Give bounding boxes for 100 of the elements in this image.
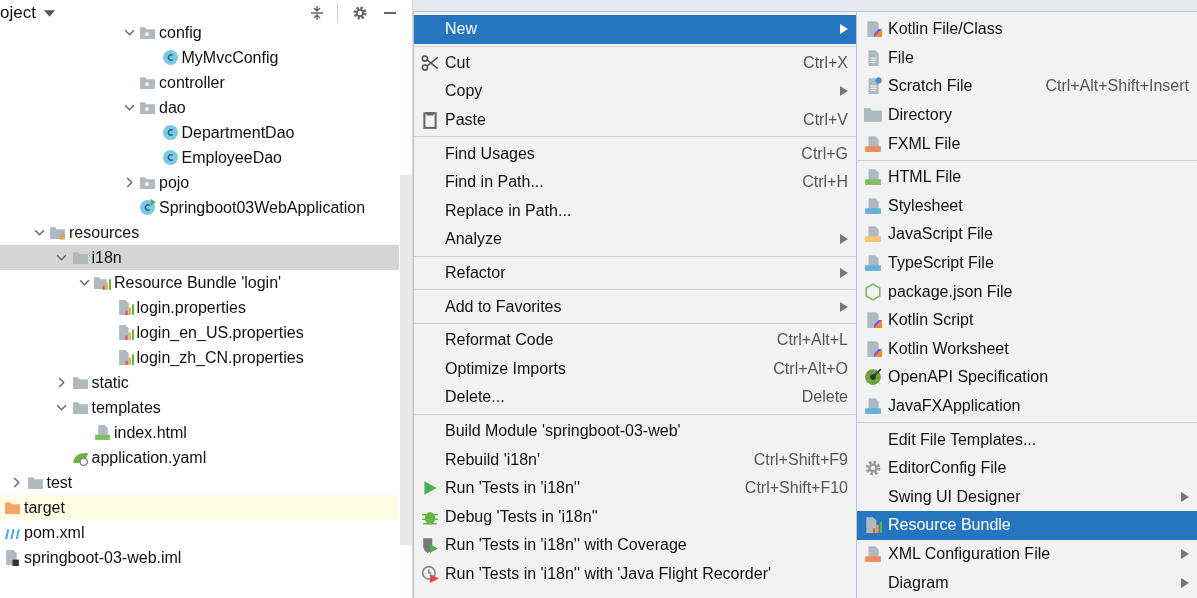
folder-icon — [26, 474, 44, 491]
tree-row[interactable]: i18n — [0, 245, 399, 270]
panel-title[interactable]: oject — [0, 3, 36, 23]
properties-file-icon — [116, 299, 134, 316]
chevron-right-icon[interactable] — [11, 476, 22, 488]
shortcut-label: Ctrl+Shift+F10 — [744, 479, 848, 498]
tree-row[interactable]: resources — [0, 220, 399, 245]
menu-item[interactable]: Edit File Templates... — [857, 425, 1197, 454]
tree-row[interactable]: EmployeeDao — [0, 145, 399, 170]
menu-label: JavaScript File — [888, 225, 993, 244]
menu-item[interactable]: Diagram — [857, 568, 1197, 597]
menu-item[interactable]: Kotlin Worksheet — [857, 334, 1197, 364]
tree-row[interactable]: static — [0, 370, 399, 395]
menu-item[interactable]: Debug 'Tests in 'i18n'' — [414, 502, 856, 532]
menu-item[interactable]: File — [857, 43, 1197, 73]
menu-item[interactable]: JavaScript File — [857, 220, 1197, 249]
menu-item[interactable]: Resource Bundle — [857, 511, 1197, 540]
menu-item[interactable]: Replace in Path... — [414, 196, 856, 226]
menu-item[interactable]: Swing UI Designer — [857, 482, 1197, 512]
menu-label: Rebuild 'i18n' — [445, 450, 541, 469]
chevron-right-icon[interactable] — [56, 376, 67, 388]
menu-item[interactable]: Optimize Imports Ctrl+Alt+O — [414, 354, 856, 384]
menu-item[interactable]: Build Module 'springboot-03-web' — [414, 416, 856, 446]
menu-item[interactable]: Delete... Delete — [414, 383, 856, 412]
menu-label: package.json File — [888, 282, 1013, 301]
tree-row[interactable]: login_zh_CN.properties — [0, 345, 399, 370]
menu-item[interactable]: EditorConfig File — [857, 453, 1197, 483]
menu-item[interactable]: Paste Ctrl+V — [414, 105, 856, 135]
menu-item[interactable]: Rebuild 'i18n' Ctrl+Shift+F9 — [414, 445, 856, 474]
menu-item[interactable]: Run 'Tests in 'i18n'' with Coverage — [414, 531, 856, 560]
tree-row[interactable]: target — [0, 495, 399, 520]
menu-label: Stylesheet — [888, 196, 963, 215]
tree-label: controller — [159, 72, 225, 93]
tree-row[interactable]: login_en_US.properties — [0, 320, 399, 345]
menu-label: Find Usages — [445, 144, 535, 163]
scrollbar-thumb[interactable] — [400, 175, 412, 545]
menu-item[interactable]: FXML File — [857, 129, 1197, 158]
tree-row[interactable]: config — [0, 20, 399, 45]
clipboard-icon — [420, 111, 439, 130]
tree-label: login.properties — [136, 297, 246, 318]
markup-file-icon — [863, 545, 882, 563]
shortcut-label: Ctrl+Alt+L — [776, 331, 848, 350]
tree-row[interactable]: templates — [0, 395, 399, 420]
tree-row[interactable]: test — [0, 470, 399, 495]
menu-item[interactable]: Add to Favorites — [414, 292, 856, 321]
menu-item[interactable]: Find in Path... Ctrl+H — [414, 167, 856, 197]
tree-row[interactable]: index.html — [0, 420, 399, 445]
tree-row[interactable]: MyMvcConfig — [0, 45, 399, 70]
tree-row[interactable]: pojo — [0, 170, 399, 195]
tree-row[interactable]: controller — [0, 70, 399, 95]
tree-label: Resource Bundle 'login' — [114, 272, 282, 293]
menu-item[interactable]: XML Configuration File — [857, 539, 1197, 569]
tree-label: Springboot03WebApplication — [159, 197, 366, 218]
menu-item[interactable]: Stylesheet — [857, 191, 1197, 221]
menu-item[interactable]: Find Usages Ctrl+G — [414, 139, 856, 168]
menu-label: Replace in Path... — [445, 201, 572, 220]
menu-item[interactable]: HTML File — [857, 162, 1197, 192]
bundle-icon — [94, 274, 111, 291]
shortcut-label: Ctrl+Alt+Shift+Insert — [1045, 77, 1189, 96]
menu-label: Debug 'Tests in 'i18n'' — [445, 507, 598, 526]
menu-label: Run 'Tests in 'i18n'' with 'Java Flight Recorder' — [445, 565, 772, 583]
menu-item[interactable]: JavaFXApplication — [857, 391, 1197, 421]
menu-item[interactable]: Scratch File Ctrl+Alt+Shift+Insert — [857, 72, 1197, 101]
menu-label: Kotlin File/Class — [888, 20, 1003, 39]
bundle-icon — [863, 516, 882, 535]
ts-file-icon — [863, 254, 882, 273]
scissors-icon — [420, 53, 439, 72]
menu-item[interactable]: Run 'Tests in 'i18n'' with 'Java Flight Recorder' — [414, 559, 856, 589]
menu-item[interactable]: Cut Ctrl+X — [414, 48, 856, 78]
tree-row[interactable]: dao — [0, 95, 399, 120]
tree-row[interactable]: Resource Bundle 'login' — [0, 270, 399, 295]
menu-item[interactable]: Analyze — [414, 225, 856, 254]
menu-item[interactable]: package.json File — [857, 277, 1197, 306]
tree-label: pojo — [159, 172, 190, 193]
caret-icon[interactable] — [43, 9, 55, 17]
menu-item[interactable]: TypeScript File — [857, 248, 1197, 278]
menu-label: Delete... — [445, 388, 505, 407]
menu-item[interactable]: Refactor — [414, 258, 856, 288]
collapse-all-icon[interactable] — [309, 5, 325, 21]
menu-item[interactable]: Run 'Tests in 'i18n'' Ctrl+Shift+F10 — [414, 473, 856, 503]
menu-item[interactable]: Kotlin Script — [857, 305, 1197, 335]
menu-item[interactable]: Kotlin File/Class — [857, 15, 1197, 44]
package-folder-icon — [139, 99, 156, 116]
menu-item[interactable]: Reformat Code Ctrl+Alt+L — [414, 325, 856, 355]
menu-item[interactable]: New — [414, 15, 856, 44]
tree-row[interactable]: Springboot03WebApplication — [0, 195, 399, 220]
menu-item[interactable]: OpenAPI Specification — [857, 363, 1197, 392]
menu-label: Diagram — [888, 573, 949, 592]
menu-item[interactable]: Directory — [857, 100, 1197, 130]
tree-row[interactable]: DepartmentDao — [0, 120, 399, 145]
tree-label: target — [24, 497, 65, 518]
tree-row[interactable]: pom.xml — [0, 520, 399, 545]
menu-label: Reformat Code — [445, 331, 554, 350]
tree-row[interactable]: application.yaml — [0, 445, 399, 470]
settings-icon[interactable] — [352, 5, 368, 21]
tree-row[interactable]: login.properties — [0, 295, 399, 320]
menu-label: Analyze — [445, 230, 502, 249]
menu-item[interactable]: Copy — [414, 77, 856, 106]
tree-label: templates — [91, 397, 161, 418]
tree-row[interactable]: springboot-03-web.iml — [0, 545, 399, 570]
